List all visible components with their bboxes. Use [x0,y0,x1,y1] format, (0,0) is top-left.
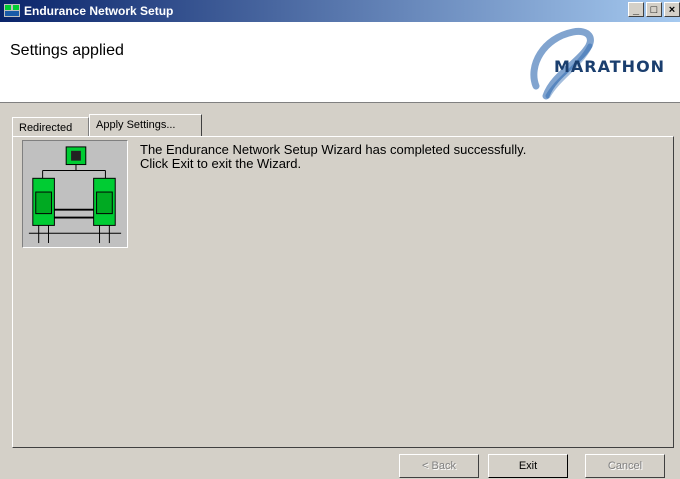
wizard-header: Settings applied MARATHON [0,22,680,103]
minimize-button[interactable]: _ [628,2,644,17]
window-title: Endurance Network Setup [24,4,174,18]
network-diagram-image [22,140,128,248]
svg-text:MARATHON: MARATHON [554,57,665,76]
title-bar: Endurance Network Setup _ □ × [0,0,680,22]
message-line-1: The Endurance Network Setup Wizard has c… [140,142,527,157]
completion-message: The Endurance Network Setup Wizard has c… [140,143,526,171]
close-button[interactable]: × [664,2,680,17]
tab-apply-settings[interactable]: Apply Settings... [89,114,202,136]
maximize-button[interactable]: □ [646,2,662,17]
message-line-2: Click Exit to exit the Wizard. [140,156,302,171]
cancel-button[interactable]: Cancel [585,454,665,478]
page-heading: Settings applied [10,42,124,59]
exit-button[interactable]: Exit [488,454,568,478]
tab-redirected[interactable]: Redirected [12,117,89,136]
app-icon [4,4,20,17]
marathon-logo: MARATHON [530,27,665,100]
back-button[interactable]: < Back [399,454,479,478]
